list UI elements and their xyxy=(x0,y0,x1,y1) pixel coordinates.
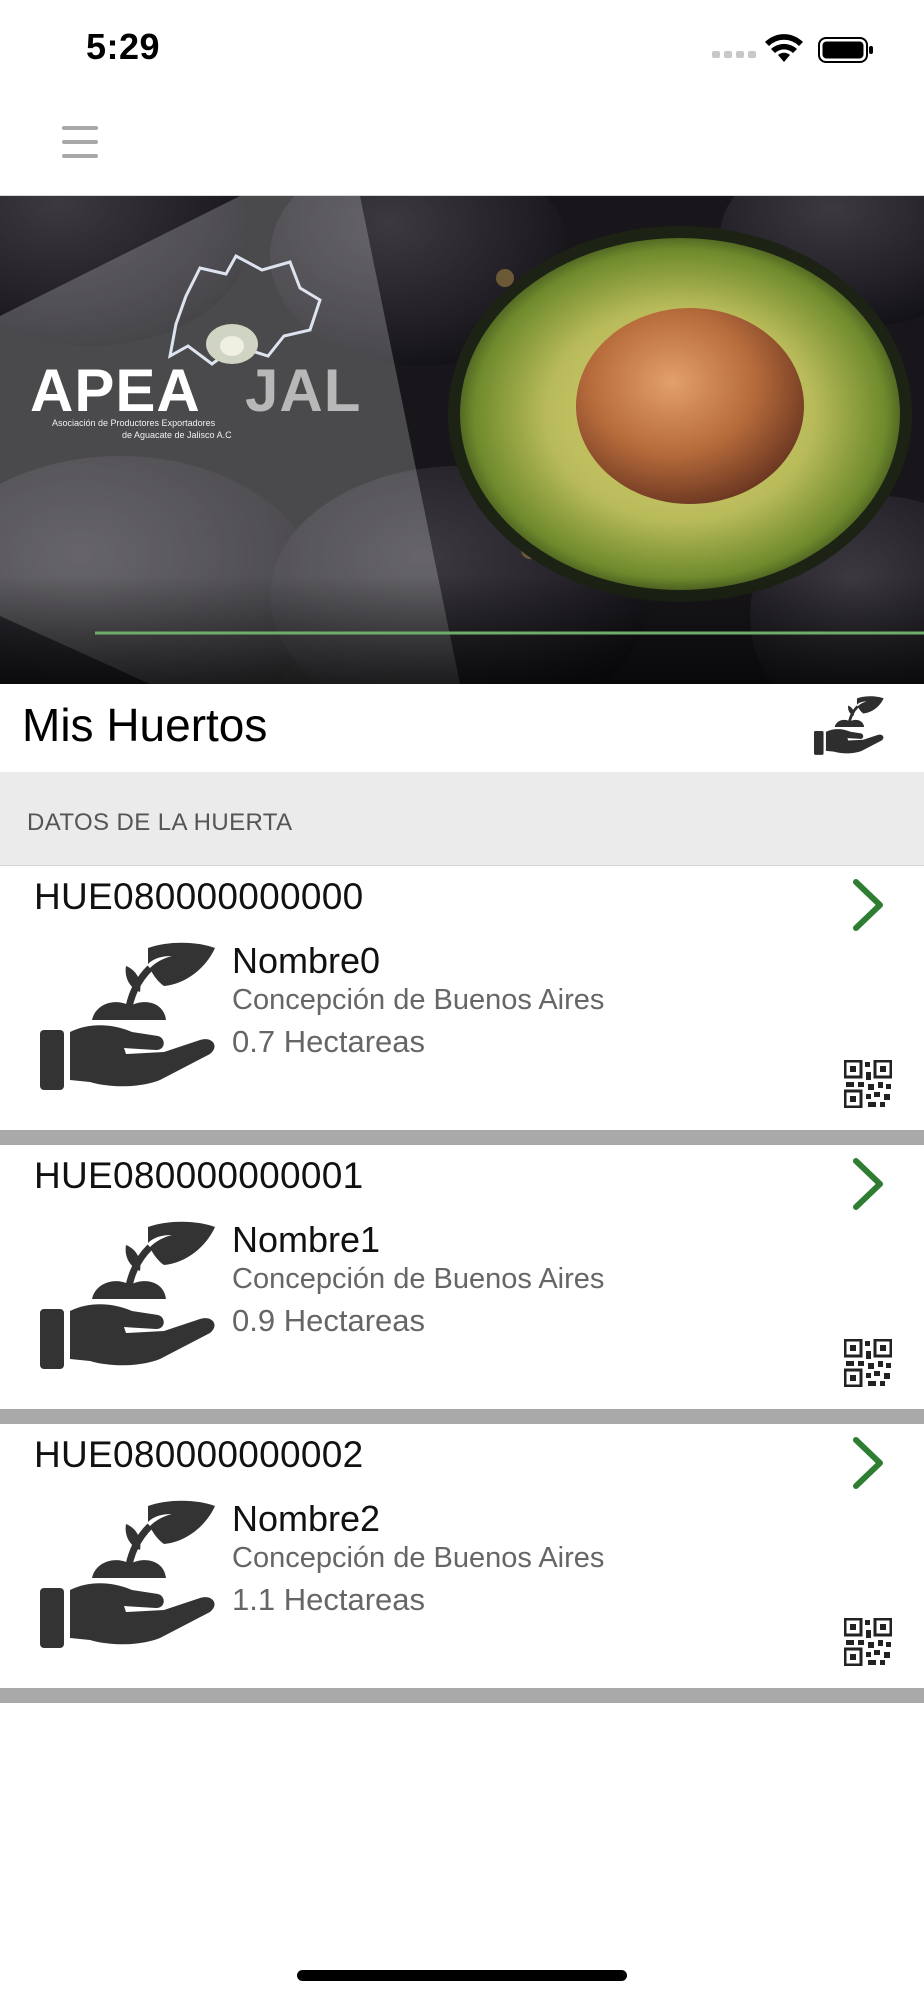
orchard-location: Concepción de Buenos Aires xyxy=(232,984,605,1016)
apeajal-logo: APEA JAL Asociación de Productores Expor… xyxy=(30,356,390,446)
logo-main-text: APEA xyxy=(30,357,201,424)
qr-code-icon[interactable] xyxy=(844,1339,892,1387)
plant-in-hand-icon[interactable] xyxy=(814,694,884,756)
list-item[interactable]: HUE080000000002 Nombre2 Concepción de Bu… xyxy=(0,1424,924,1703)
logo-subtitle-line2: de Aguacate de Jalisco A.C xyxy=(122,430,232,440)
orchard-area: 0.9 Hectareas xyxy=(232,1303,425,1338)
cellular-signal-icon xyxy=(712,51,756,58)
orchard-location: Concepción de Buenos Aires xyxy=(232,1542,605,1574)
hamburger-menu-icon[interactable] xyxy=(62,126,98,166)
orchard-name: Nombre1 xyxy=(232,1219,381,1260)
plant-in-hand-icon xyxy=(40,1500,215,1648)
orchard-area: 0.7 Hectareas xyxy=(232,1024,425,1059)
orchard-data-subheader: DATOS DE LA HUERTA xyxy=(0,772,924,866)
orchard-list: HUE080000000000 Nombre0 Concepción de Bu… xyxy=(0,866,924,1703)
orchard-code: HUE080000000002 xyxy=(34,1434,364,1475)
plant-in-hand-icon xyxy=(40,1221,215,1369)
orchard-location: Concepción de Buenos Aires xyxy=(232,1263,605,1295)
chevron-right-icon[interactable] xyxy=(850,878,886,932)
section-header: Mis Huertos xyxy=(0,684,924,772)
subheader-label: DATOS DE LA HUERTA xyxy=(27,809,293,836)
status-bar: 5:29 xyxy=(0,0,924,100)
qr-code-icon[interactable] xyxy=(844,1060,892,1108)
wifi-icon xyxy=(765,34,803,62)
orchard-code: HUE080000000000 xyxy=(34,876,364,917)
logo-accent-text: JAL xyxy=(245,357,362,424)
orchard-name: Nombre0 xyxy=(232,940,381,981)
chevron-right-icon[interactable] xyxy=(850,1436,886,1490)
qr-code-icon[interactable] xyxy=(844,1618,892,1666)
home-indicator[interactable] xyxy=(297,1970,627,1981)
list-item[interactable]: HUE080000000001 Nombre1 Concepción de Bu… xyxy=(0,1145,924,1424)
logo-subtitle-line1: Asociación de Productores Exportadores xyxy=(52,418,216,428)
battery-icon xyxy=(818,37,873,63)
list-item[interactable]: HUE080000000000 Nombre0 Concepción de Bu… xyxy=(0,866,924,1145)
chevron-right-icon[interactable] xyxy=(850,1157,886,1211)
status-time: 5:29 xyxy=(86,26,161,67)
orchard-name: Nombre2 xyxy=(232,1498,381,1539)
plant-in-hand-icon xyxy=(40,942,215,1090)
header-banner: APEA JAL Asociación de Productores Expor… xyxy=(0,196,924,684)
orchard-code: HUE080000000001 xyxy=(34,1155,364,1196)
page-title: Mis Huertos xyxy=(22,699,268,751)
navigation-bar xyxy=(0,100,924,196)
orchard-area: 1.1 Hectareas xyxy=(232,1582,425,1617)
